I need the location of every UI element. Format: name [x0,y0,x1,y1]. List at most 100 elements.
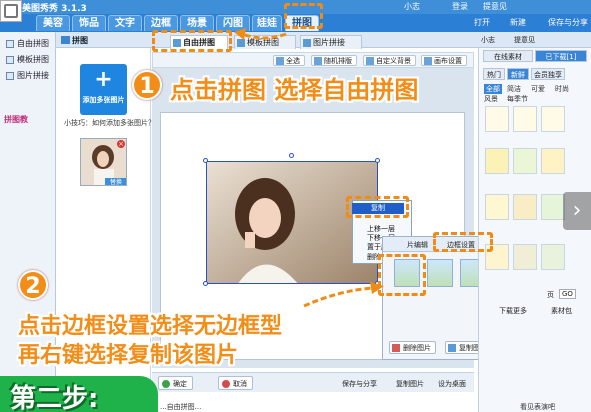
tab-online-material[interactable]: 在线素材 [483,50,533,62]
save-share-link[interactable]: 保存与分享 [342,379,377,389]
canvas-toolbar: 全选 随机排版 自定义背景 画布设置 [152,52,474,68]
step-banner-text: 第二步: [10,384,99,412]
tab-image-joint[interactable]: 图片拼接 [300,35,362,49]
material-item[interactable] [513,194,537,220]
delete-icon [392,344,400,352]
new-button[interactable]: 新建 [510,17,526,28]
tab-vip[interactable]: 会员独享 [531,68,565,80]
puzzle-icon [6,39,14,48]
set-desktop-link[interactable]: 设为桌面 [438,379,466,389]
step-banner: 第二步: [0,376,158,412]
material-item[interactable] [541,194,565,220]
step-1-instruction: 点击拼图 选择自由拼图 [170,76,419,104]
step-2-badge: 2 [18,270,48,300]
window-icon [0,0,22,22]
random-icon [314,57,322,65]
cancel-icon [222,380,230,388]
remove-thumbnail-icon[interactable]: × [117,140,125,148]
delete-image-button[interactable]: 删除图片 [389,341,436,354]
category-all[interactable]: 全部 [484,84,502,94]
material-item[interactable] [485,194,509,220]
settings-icon [424,57,432,65]
image-joint-icon [303,39,311,47]
image-thumbnail[interactable]: × 替换 [80,138,127,186]
material-item[interactable] [513,148,537,174]
category-simple[interactable]: 简洁 [507,84,521,94]
feedback-link[interactable]: 提意见 [483,1,507,12]
menu-tab-scene[interactable]: 场景 [180,15,214,31]
sidebar-item-image-joint[interactable]: 图片拼接 [6,70,49,81]
add-images-tip-link[interactable]: 小技巧：如何添加多张图片？ [64,118,155,128]
material-item[interactable] [541,244,565,270]
puzzle-tutorial-label[interactable]: 拼图教 [4,114,54,128]
step-2-instruction-line1: 点击边框设置选择无边框型 [18,314,283,339]
category-season[interactable]: 每季节 [507,94,528,104]
border-option-2[interactable] [427,259,453,287]
material-item[interactable] [485,106,509,132]
tab-fresh[interactable]: 新鲜 [507,68,529,80]
plus-icon: + [94,67,113,92]
sub-user[interactable]: 小志 [481,35,495,45]
custom-background-dropdown[interactable]: 自定义背景 [363,55,416,66]
ok-button[interactable]: 确定 [158,376,193,390]
select-all-icon [276,57,284,65]
puzzle-window-title: 拼图 [72,36,88,45]
save-share-button[interactable]: 保存与分享 [548,17,588,28]
check-icon [162,380,170,388]
category-scenery[interactable]: 风景 [484,94,498,104]
cancel-button[interactable]: 取消 [218,376,253,390]
next-slide-arrow-icon[interactable]: › [563,192,591,230]
user-name[interactable]: 小志 [404,1,420,12]
bottom-bar: 确定 取消 保存与分享 复制图片 设为桌面 [152,372,474,392]
sub-feedback[interactable]: 提意见 [514,35,535,45]
joint-icon [6,71,14,80]
tab-image-edit[interactable]: 片编辑 [407,239,428,251]
status-left: ...自由拼图... [160,403,202,411]
random-layout-button[interactable]: 随机排版 [311,55,357,66]
resize-handle-bl[interactable] [203,281,208,286]
sidebar-item-free-puzzle[interactable]: 自由拼图 [6,38,49,49]
replace-image-button[interactable]: 替换 [105,178,126,185]
callout-free-puzzle-tab [152,30,232,52]
background-icon [366,57,374,65]
step-2-instruction-line2: 再右键选择复制该图片 [18,343,239,368]
resize-handle-tl[interactable] [203,158,208,163]
material-pack-button[interactable]: 素材包 [551,306,572,316]
menu-tab-border[interactable]: 边框 [144,15,178,31]
copy-icon [448,344,456,352]
puzzle-icon [61,36,70,44]
category-cute[interactable]: 可爱 [531,84,545,94]
resize-handle-tr[interactable] [375,158,380,163]
step-1-badge: 1 [132,70,162,100]
material-item[interactable] [541,106,565,132]
open-button[interactable]: 打开 [474,17,490,28]
menu-tab-beauty[interactable]: 美容 [36,15,70,31]
canvas-settings-dropdown[interactable]: 画布设置 [421,55,467,66]
tab-downloaded[interactable]: 已下载[1] [535,50,587,62]
go-button[interactable]: GO [559,289,576,299]
login-link[interactable]: 登录 [452,1,468,12]
material-item[interactable] [513,244,537,270]
callout-border-tab [433,232,493,252]
menu-tab-accessories[interactable]: 饰品 [72,15,106,31]
status-right: 看见表演吧 [520,403,555,411]
arrow-1-icon [234,28,287,40]
rotate-handle[interactable] [289,153,294,158]
download-more-button[interactable]: 下载更多 [499,306,527,316]
menu-tab-text[interactable]: 文字 [108,15,142,31]
callout-copy-menu [346,196,409,218]
category-fashion[interactable]: 时尚 [555,84,569,94]
tab-hot[interactable]: 热门 [483,68,505,80]
select-all-button[interactable]: 全选 [273,55,305,66]
app-title: 美图秀秀 3.1.3 [22,4,87,14]
material-item[interactable] [485,148,509,174]
copy-image-link[interactable]: 复制图片 [396,379,424,389]
sidebar-item-template-puzzle[interactable]: 模板拼图 [6,54,49,65]
material-item[interactable] [541,148,565,174]
add-multiple-images-button[interactable]: + 添加多张图片 [80,64,127,115]
material-panel: 在线素材 已下载[1] 热门 新鲜 会员独享 全部 简洁 可爱 时尚 风景 每季… [478,48,591,412]
page-label: 页 [547,291,554,299]
template-icon [6,55,14,64]
arrow-2-icon [303,282,384,308]
material-item[interactable] [513,106,537,132]
